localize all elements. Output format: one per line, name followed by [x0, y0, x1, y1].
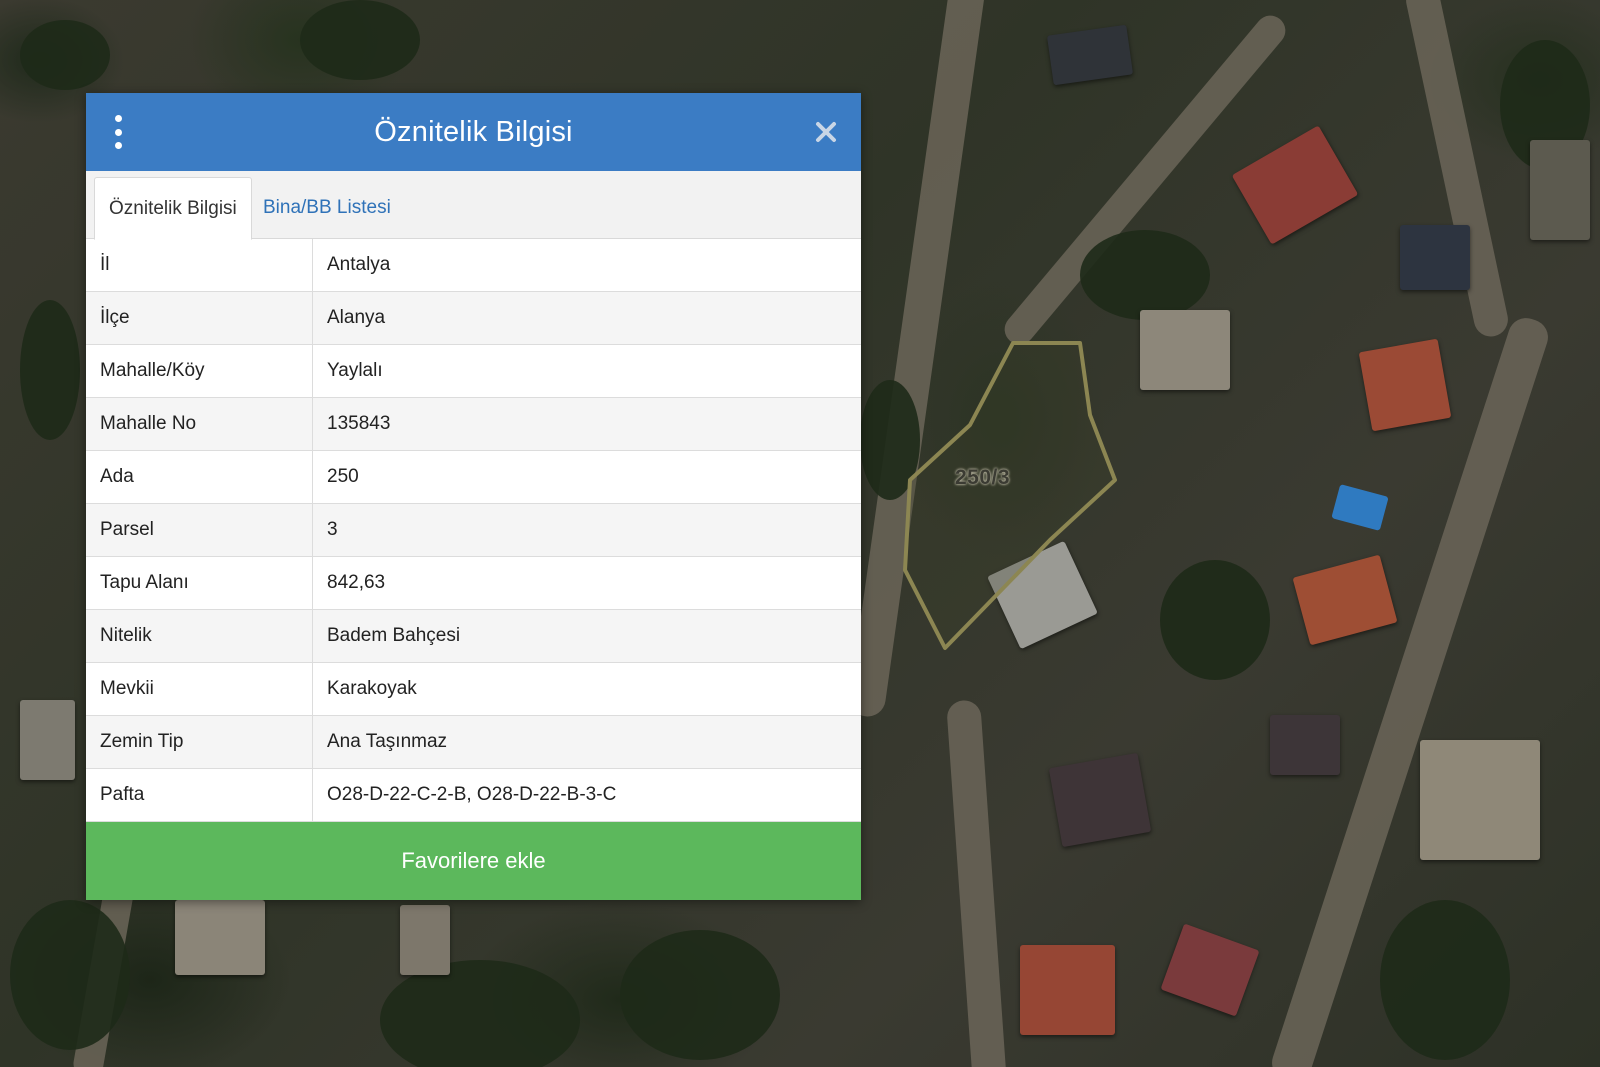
- table-row: Tapu Alanı 842,63: [86, 556, 861, 610]
- add-to-favorites-button[interactable]: Favorilere ekle: [86, 822, 861, 900]
- table-row: Mahalle No 135843: [86, 397, 861, 451]
- tab-attribute-info[interactable]: Öznitelik Bilgisi: [94, 177, 252, 240]
- attribute-info-panel: Öznitelik Bilgisi Öznitelik Bilgisi Bina…: [86, 93, 861, 900]
- row-key: Nitelik: [86, 609, 313, 663]
- row-value: Karakoyak: [312, 662, 861, 716]
- row-value: Alanya: [312, 291, 861, 345]
- table-row: Mevkii Karakoyak: [86, 662, 861, 716]
- tab-building-list[interactable]: Bina/BB Listesi: [249, 177, 405, 238]
- parcel-label: 250/3: [955, 466, 1011, 489]
- panel-header: Öznitelik Bilgisi: [86, 93, 861, 171]
- row-value: Badem Bahçesi: [312, 609, 861, 663]
- row-value: 3: [312, 503, 861, 557]
- row-key: İlçe: [86, 291, 313, 345]
- vertical-dots-icon[interactable]: [112, 115, 124, 149]
- row-value: 135843: [312, 397, 861, 451]
- row-value: Yaylalı: [312, 344, 861, 398]
- row-value: O28-D-22-C-2-B, O28-D-22-B-3-C: [312, 768, 861, 822]
- row-key: Parsel: [86, 503, 313, 557]
- table-row: İlçe Alanya: [86, 291, 861, 345]
- table-row: İl Antalya: [86, 239, 861, 292]
- close-icon[interactable]: [811, 117, 841, 147]
- table-row: Parsel 3: [86, 503, 861, 557]
- row-key: Pafta: [86, 768, 313, 822]
- row-value: Antalya: [312, 239, 861, 292]
- row-key: Ada: [86, 450, 313, 504]
- table-row: Pafta O28-D-22-C-2-B, O28-D-22-B-3-C: [86, 768, 861, 822]
- row-key: Tapu Alanı: [86, 556, 313, 610]
- tab-bar: Öznitelik Bilgisi Bina/BB Listesi: [86, 171, 861, 240]
- row-value: Ana Taşınmaz: [312, 715, 861, 769]
- table-row: Nitelik Badem Bahçesi: [86, 609, 861, 663]
- row-key: Zemin Tip: [86, 715, 313, 769]
- table-row: Ada 250: [86, 450, 861, 504]
- panel-title: Öznitelik Bilgisi: [374, 115, 573, 148]
- row-key: Mevkii: [86, 662, 313, 716]
- table-row: Mahalle/Köy Yaylalı: [86, 344, 861, 398]
- attribute-table: İl Antalya İlçe Alanya Mahalle/Köy Yaylalı …: [86, 239, 861, 822]
- table-row: Zemin Tip Ana Taşınmaz: [86, 715, 861, 769]
- row-value: 842,63: [312, 556, 861, 610]
- row-key: Mahalle/Köy: [86, 344, 313, 398]
- row-key: Mahalle No: [86, 397, 313, 451]
- row-key: İl: [86, 239, 313, 292]
- row-value: 250: [312, 450, 861, 504]
